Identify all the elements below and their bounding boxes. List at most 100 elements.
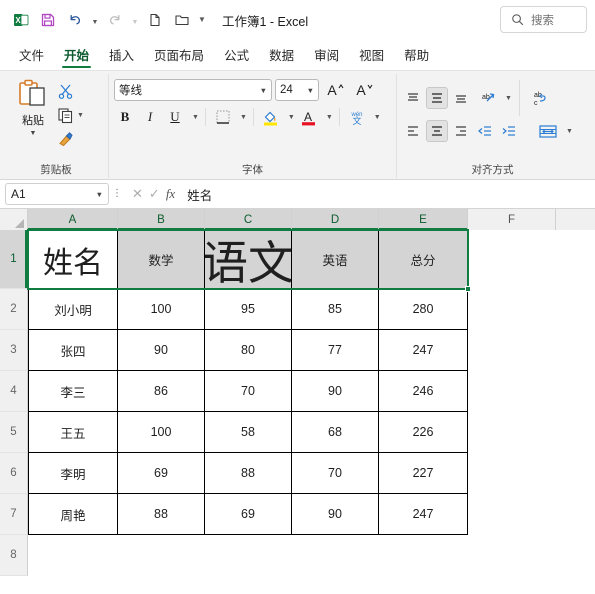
fill-color-button[interactable] (260, 106, 282, 128)
cell-A4[interactable]: 李三 (28, 371, 118, 412)
row-header-5[interactable]: 5 (0, 412, 28, 453)
undo-icon[interactable] (62, 7, 88, 33)
align-middle-button[interactable] (426, 87, 448, 109)
row-header-3[interactable]: 3 (0, 330, 28, 371)
font-color-caret-icon[interactable]: ▼ (326, 114, 333, 121)
cell-B1[interactable]: 数学 (118, 230, 205, 289)
open-folder-icon[interactable] (169, 7, 195, 33)
row-header-8[interactable]: 8 (0, 535, 28, 576)
tab-page-layout[interactable]: 页面布局 (145, 42, 213, 70)
cell-C3[interactable]: 80 (205, 330, 292, 371)
font-name-caret-icon[interactable]: ▼ (257, 86, 267, 95)
underline-button[interactable]: U (164, 106, 186, 128)
row-header-1[interactable]: 1 (0, 230, 28, 289)
tab-view[interactable]: 视图 (350, 42, 393, 70)
cell-B5[interactable]: 100 (118, 412, 205, 453)
align-top-button[interactable] (402, 87, 424, 109)
cell-D7[interactable]: 90 (292, 494, 379, 535)
row-header-7[interactable]: 7 (0, 494, 28, 535)
cell-A6[interactable]: 李明 (28, 453, 118, 494)
selection-fill-handle[interactable] (465, 286, 471, 292)
tab-data[interactable]: 数据 (260, 42, 303, 70)
cell-D1[interactable]: 英语 (292, 230, 379, 289)
cell-C4[interactable]: 70 (205, 371, 292, 412)
tab-insert[interactable]: 插入 (100, 42, 143, 70)
font-name-combo[interactable]: 等线 ▼ (114, 79, 272, 101)
confirm-entry-icon[interactable]: ✓ (149, 186, 160, 202)
cell-B3[interactable]: 90 (118, 330, 205, 371)
cell-D5[interactable]: 68 (292, 412, 379, 453)
tab-help[interactable]: 帮助 (395, 42, 438, 70)
customize-qat-caret-icon[interactable]: ▼ (196, 7, 208, 33)
orientation-button[interactable]: ab (474, 87, 500, 109)
paste-dropdown-caret-icon[interactable]: ▼ (30, 130, 37, 137)
cell-C7[interactable]: 69 (205, 494, 292, 535)
cell-B7[interactable]: 88 (118, 494, 205, 535)
tab-home[interactable]: 开始 (55, 42, 98, 70)
align-right-button[interactable] (450, 120, 472, 142)
column-header-d[interactable]: D (292, 209, 379, 230)
copy-dropdown-caret-icon[interactable]: ▼ (77, 112, 84, 119)
grow-font-button[interactable]: A (322, 79, 348, 101)
cell-C5[interactable]: 58 (205, 412, 292, 453)
cell-C6[interactable]: 88 (205, 453, 292, 494)
font-size-combo[interactable]: 24 ▼ (275, 79, 319, 101)
shrink-font-button[interactable]: A (351, 79, 377, 101)
row-header-6[interactable]: 6 (0, 453, 28, 494)
name-box-caret-icon[interactable]: ▼ (96, 190, 103, 199)
select-all-corner[interactable] (0, 209, 28, 230)
cell-B6[interactable]: 69 (118, 453, 205, 494)
underline-caret-icon[interactable]: ▼ (192, 114, 199, 121)
cell-E3[interactable]: 247 (379, 330, 468, 371)
column-header-e[interactable]: E (379, 209, 468, 230)
row-header-2[interactable]: 2 (0, 289, 28, 330)
cell-D6[interactable]: 70 (292, 453, 379, 494)
cell-A5[interactable]: 王五 (28, 412, 118, 453)
column-header-f[interactable]: F (468, 209, 556, 230)
search-box[interactable]: 搜索 (500, 6, 587, 33)
phonetic-caret-icon[interactable]: ▼ (374, 114, 381, 121)
cell-E1[interactable]: 总分 (379, 230, 468, 289)
font-color-button[interactable]: A (298, 106, 320, 128)
name-box[interactable]: A1 ▼ (5, 183, 109, 205)
align-bottom-button[interactable] (450, 87, 472, 109)
align-center-button[interactable] (426, 120, 448, 142)
undo-dropdown-caret-icon[interactable]: ▼ (89, 7, 101, 33)
borders-caret-icon[interactable]: ▼ (240, 114, 247, 121)
cell-A2[interactable]: 刘小明 (28, 289, 118, 330)
new-file-icon[interactable] (142, 7, 168, 33)
cell-A7[interactable]: 周艳 (28, 494, 118, 535)
format-painter-button[interactable] (57, 128, 84, 150)
borders-button[interactable] (212, 106, 234, 128)
align-left-button[interactable] (402, 120, 424, 142)
wrap-text-button[interactable]: ab c (527, 87, 553, 109)
insert-function-icon[interactable]: fx (166, 186, 175, 202)
bold-button[interactable]: B (114, 106, 136, 128)
increase-indent-button[interactable] (498, 120, 520, 142)
cell-E6[interactable]: 227 (379, 453, 468, 494)
cell-C2[interactable]: 95 (205, 289, 292, 330)
column-header-a[interactable]: A (28, 209, 118, 230)
fill-color-caret-icon[interactable]: ▼ (288, 114, 295, 121)
decrease-indent-button[interactable] (474, 120, 496, 142)
column-header-g[interactable] (556, 209, 595, 230)
merge-center-button[interactable] (535, 120, 561, 142)
cell-E4[interactable]: 246 (379, 371, 468, 412)
cell-E7[interactable]: 247 (379, 494, 468, 535)
cell-B4[interactable]: 86 (118, 371, 205, 412)
cell-E5[interactable]: 226 (379, 412, 468, 453)
cell-A1[interactable]: 姓名 (28, 230, 118, 289)
tab-review[interactable]: 审阅 (305, 42, 348, 70)
cell-B2[interactable]: 100 (118, 289, 205, 330)
copy-button[interactable]: ▼ (57, 104, 84, 126)
tab-formulas[interactable]: 公式 (215, 42, 258, 70)
column-header-c[interactable]: C (205, 209, 292, 230)
orientation-caret-icon[interactable]: ▼ (505, 95, 512, 102)
italic-button[interactable]: I (139, 106, 161, 128)
save-icon[interactable] (35, 7, 61, 33)
formula-input[interactable]: 姓名 (182, 183, 590, 205)
tab-file[interactable]: 文件 (10, 42, 53, 70)
row-header-4[interactable]: 4 (0, 371, 28, 412)
column-header-b[interactable]: B (118, 209, 205, 230)
cut-button[interactable] (57, 80, 84, 102)
